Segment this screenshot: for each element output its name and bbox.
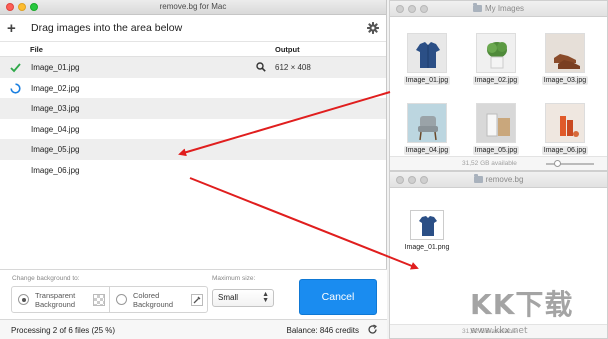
titlebar: remove.bg for Mac [0,0,386,15]
file-name: Image_01.jpg [31,63,80,72]
file-name: Image_05.jpg [31,145,80,154]
file-tile[interactable]: Image_05.jpg [466,103,526,155]
output-size: 612 × 408 [275,63,311,72]
status-bar: Processing 2 of 6 files (25 %) Balance: … [0,319,387,339]
watermark-logo: KK下载 [470,288,574,321]
magnifier-icon[interactable] [256,62,266,72]
finder-window-my-images: My Images Image_01.jpg Image_02.jpg Imag… [389,0,608,171]
column-file: File [30,44,43,54]
icon-size-slider[interactable] [546,160,594,167]
file-label: Image_03.jpg [541,76,589,85]
transparent-radio[interactable] [18,294,29,305]
background-options: Transparent Background Colored Backgroun… [11,286,208,313]
refresh-icon[interactable] [367,324,378,335]
max-size-select[interactable]: Small ▲ ▼ [212,289,274,307]
file-label: Image_05.jpg [472,146,520,155]
balance-text: Balance: 846 credits [286,326,360,335]
options-panel: Change background to: Maximum size: Tran… [0,269,387,319]
table-header: File Output [0,42,386,57]
change-background-label: Change background to: [12,275,80,282]
transparency-swatch-icon [93,294,105,306]
progress-text: Processing 2 of 6 files (25 %) [11,326,116,335]
finder-titlebar: My Images [390,1,607,17]
table-row[interactable]: Image_04.jpg [0,119,386,140]
file-label: Image_01.jpg [403,76,451,85]
finder-title: remove.bg [485,175,524,184]
file-tile[interactable]: Image_04.jpg [397,103,457,155]
finder-titlebar: remove.bg [390,172,607,188]
table-row[interactable]: Image_03.jpg [0,98,386,119]
drop-hint: Drag images into the area below [31,22,183,34]
file-tile[interactable]: Image_06.jpg [535,103,595,155]
file-name: Image_03.jpg [31,104,80,113]
folder-icon [473,174,483,183]
file-label: Image_06.jpg [541,146,589,155]
table-row[interactable]: Image_06.jpg [0,160,386,181]
file-name: Image_06.jpg [31,165,80,175]
shoes-thumbnail [545,33,585,73]
spinner-icon [10,82,21,94]
file-tile[interactable]: Image_01.png [397,210,457,252]
max-size-value: Small [218,293,239,302]
gear-icon[interactable] [367,22,379,34]
removebg-window: remove.bg for Mac + Drag images into the… [0,0,387,339]
table-row[interactable]: Image_05.jpg [0,139,386,160]
select-arrows-icon: ▲ ▼ [262,291,269,304]
add-icon[interactable]: + [7,21,23,36]
window-title: remove.bg for Mac [159,2,227,11]
file-label: Image_01.png [404,244,450,251]
transparent-label: Transparent Background [35,290,76,309]
file-name: Image_02.jpg [31,83,80,93]
shirt-cutout-thumbnail [410,210,444,240]
checkmark-icon [10,62,21,73]
table-row[interactable]: Image_01.jpg 612 × 408 [0,57,386,78]
watermark-url: www.kkx.net [470,326,528,336]
folder-icon [472,3,482,12]
toolbar: + Drag images into the area below [0,15,386,42]
finder-title: My Images [484,4,525,13]
cosmetics-thumbnail [545,103,585,143]
chair-thumbnail [407,103,447,143]
cancel-button[interactable]: Cancel [299,279,377,315]
shirt-thumbnail [407,33,447,73]
table-row[interactable]: Image_02.jpg [0,78,386,99]
file-name: Image_04.jpg [31,124,80,134]
finder-status-bar: 31,52 GB available [390,156,607,170]
colored-radio[interactable] [116,294,127,305]
colored-option[interactable]: Colored Background [109,287,207,312]
file-tile[interactable]: Image_02.jpg [466,33,526,85]
packaging-thumbnail [476,103,516,143]
desktop: remove.bg for Mac + Drag images into the… [0,0,608,339]
file-label: Image_02.jpg [472,76,520,85]
transparent-option[interactable]: Transparent Background [12,287,109,312]
max-size-label: Maximum size: [212,275,256,282]
file-list: Image_01.jpg 612 × 408 Image_02.jpg Imag… [0,57,386,180]
eyedropper-icon[interactable] [191,294,203,306]
slider-knob[interactable] [554,160,561,167]
file-tile[interactable]: Image_03.jpg [535,33,595,85]
available-space: 31,52 GB available [462,160,517,167]
colored-label: Colored Background [133,290,174,309]
plant-thumbnail [476,33,516,73]
file-tile[interactable]: Image_01.jpg [397,33,457,85]
column-output: Output [275,44,300,54]
file-label: Image_04.jpg [403,146,451,155]
